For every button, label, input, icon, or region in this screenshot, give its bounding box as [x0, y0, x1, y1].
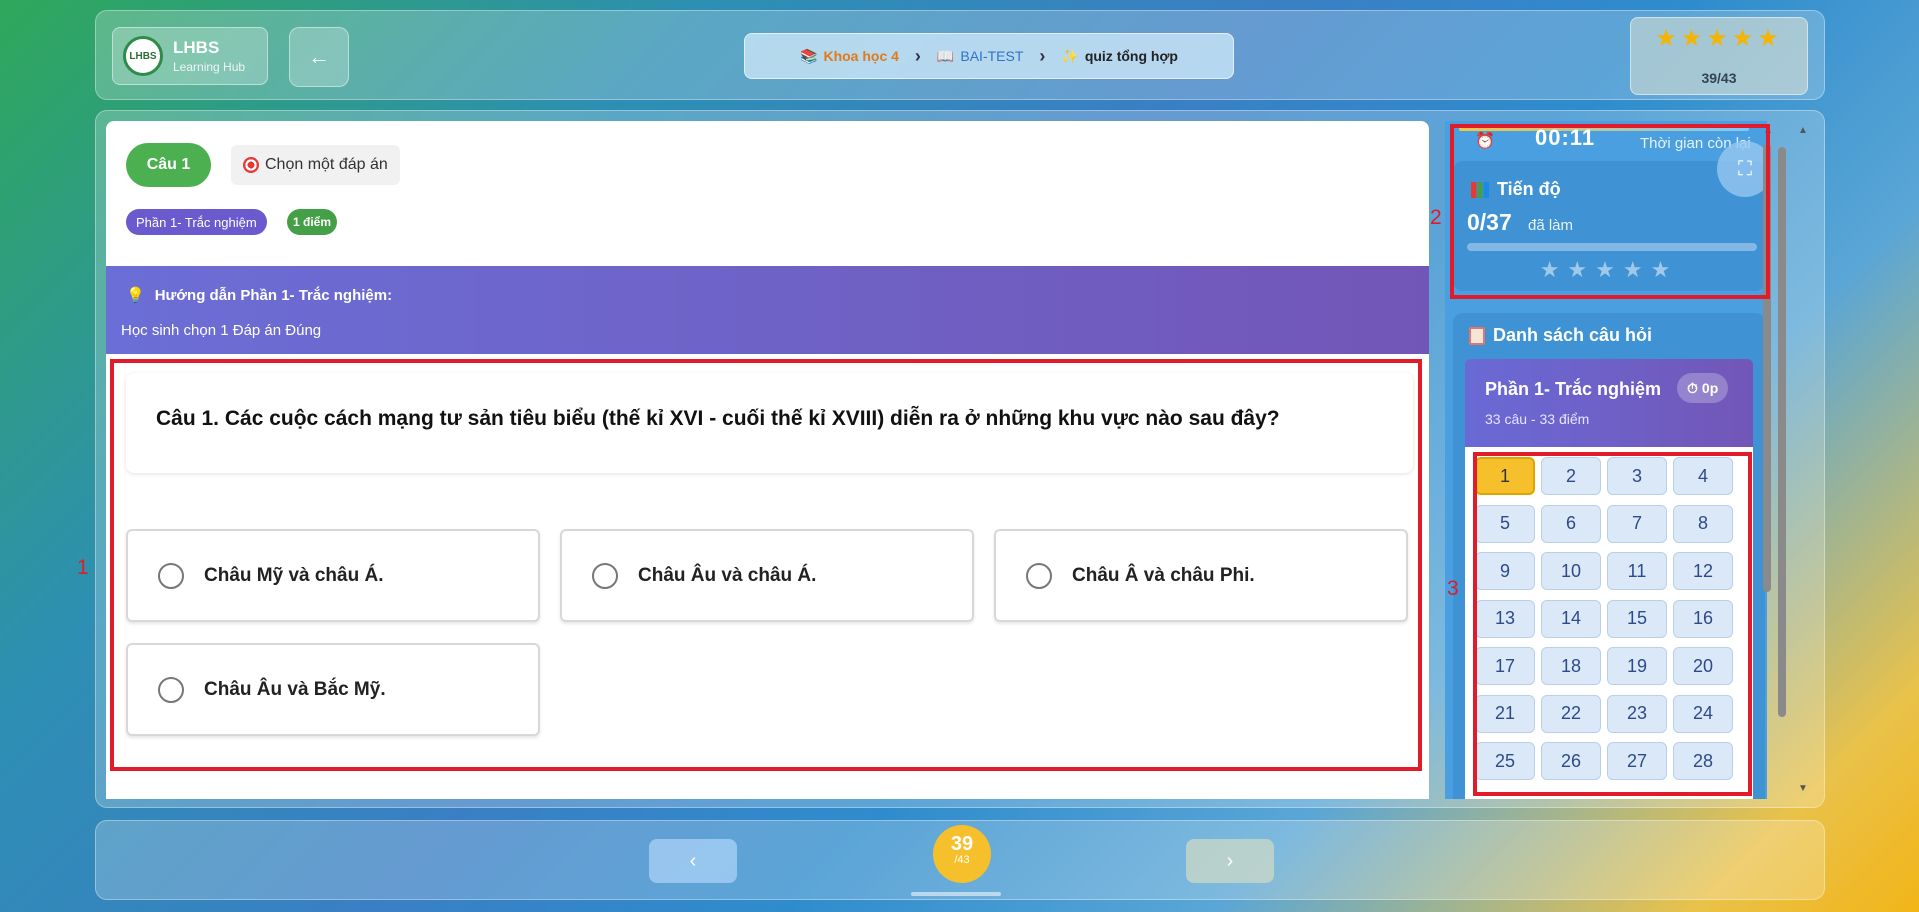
- total-questions: /43: [954, 854, 970, 866]
- breadcrumb-lesson-label: BAI-TEST: [960, 48, 1024, 64]
- stopwatch-icon: ⏱: [1687, 379, 1698, 396]
- chevron-left-icon: ‹: [689, 849, 697, 872]
- bottom-nav-bar: ‹ 39 /43 ›: [95, 820, 1825, 900]
- lightbulb-icon: 💡: [126, 287, 145, 304]
- question-list-title: Danh sách câu hỏi: [1469, 325, 1652, 346]
- page-scrollbar-thumb[interactable]: [1778, 147, 1786, 717]
- question-counter: 39 /43: [933, 825, 991, 883]
- answer-mode-tag: Chọn một đáp án: [231, 145, 400, 185]
- scroll-indicator: [911, 892, 1001, 896]
- annotation-label-3: 3: [1447, 577, 1459, 600]
- back-button[interactable]: ←: [289, 27, 349, 87]
- breadcrumb-course-label: Khoa học 4: [823, 48, 899, 64]
- guide-banner: 💡 Hướng dẫn Phần 1- Trắc nghiệm: Học sin…: [106, 266, 1429, 354]
- annotation-box-1: [110, 359, 1422, 771]
- section-summary: 33 câu - 33 điểm: [1485, 411, 1590, 427]
- chevron-right-icon: ›: [1039, 45, 1046, 66]
- guide-title: 💡 Hướng dẫn Phần 1- Trắc nghiệm:: [126, 286, 393, 305]
- annotation-box-3: [1473, 452, 1752, 796]
- answer-mode-label: Chọn một đáp án: [265, 156, 388, 173]
- guide-text: Học sinh chọn 1 Đáp án Đúng: [121, 322, 322, 339]
- breadcrumb-quiz: ✨ quiz tổng hợp: [1061, 48, 1178, 65]
- annotation-label-1: 1: [77, 556, 89, 579]
- top-bar: LHBS LHBS Learning Hub ← 📚 Khoa học 4 › …: [95, 10, 1825, 100]
- breadcrumb: 📚 Khoa học 4 › 📖 BAI-TEST › ✨ quiz tổng …: [744, 33, 1234, 79]
- logo[interactable]: LHBS LHBS Learning Hub: [112, 27, 268, 85]
- question-list-title-text: Danh sách câu hỏi: [1493, 325, 1653, 345]
- breadcrumb-quiz-label: quiz tổng hợp: [1084, 48, 1178, 64]
- question-progress-count: 39/43: [1701, 70, 1737, 86]
- section-name: Phần 1- Trắc nghiệm: [1485, 379, 1662, 399]
- annotation-box-2: [1450, 124, 1770, 299]
- next-button[interactable]: ›: [1186, 839, 1274, 883]
- question-number-pill: Câu 1: [126, 143, 211, 187]
- current-question-number: 39: [950, 833, 974, 855]
- chevron-right-icon: ›: [1226, 849, 1234, 872]
- sparkle-icon: ✨: [1061, 47, 1079, 64]
- section-time-value: 0p: [1701, 380, 1719, 396]
- previous-button[interactable]: ‹: [649, 839, 737, 883]
- scroll-up-icon[interactable]: ▲: [1798, 125, 1808, 136]
- logo-title: LHBS: [173, 38, 220, 57]
- memo-icon: [1469, 326, 1485, 345]
- score-stars: ★★★★★ 39/43: [1630, 17, 1808, 95]
- annotation-label-2: 2: [1430, 206, 1442, 229]
- target-icon: [243, 157, 259, 173]
- breadcrumb-lesson[interactable]: 📖 BAI-TEST: [937, 48, 1023, 65]
- breadcrumb-course[interactable]: 📚 Khoa học 4: [800, 48, 899, 65]
- part-badge: Phần 1- Trắc nghiệm: [126, 209, 267, 235]
- section-time-badge: ⏱ 0p: [1677, 373, 1729, 403]
- books-icon: 📚: [800, 47, 818, 64]
- book-icon: 📖: [936, 47, 955, 64]
- guide-title-text: Hướng dẫn Phần 1- Trắc nghiệm:: [154, 286, 393, 304]
- star-icons: ★★★★★: [1655, 25, 1783, 52]
- points-badge: 1 điểm: [287, 209, 338, 235]
- logo-emblem: LHBS: [123, 36, 163, 76]
- scroll-down-icon[interactable]: ▼: [1798, 783, 1808, 794]
- arrow-left-icon: ←: [308, 44, 330, 69]
- logo-subtitle: Learning Hub: [173, 60, 246, 74]
- section-header[interactable]: Phần 1- Trắc nghiệm 33 câu - 33 điểm ⏱ 0…: [1465, 359, 1753, 447]
- chevron-right-icon: ›: [914, 45, 921, 66]
- page-scrollbar[interactable]: [1776, 125, 1788, 793]
